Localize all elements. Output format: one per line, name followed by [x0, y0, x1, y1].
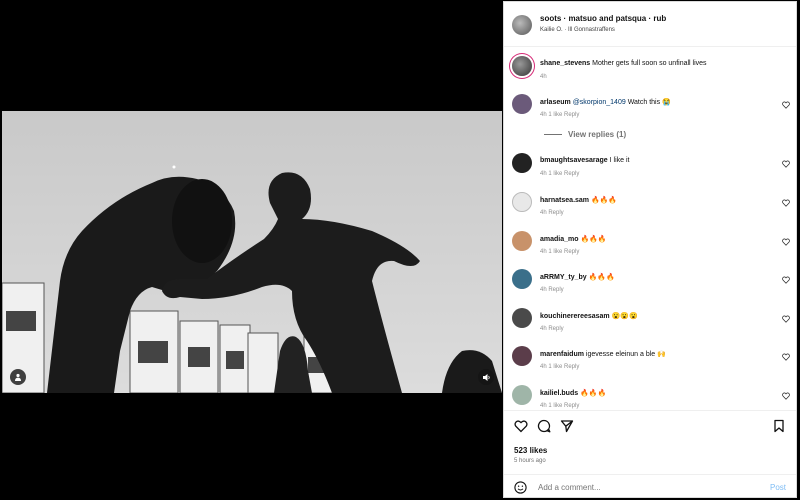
- comment-meta[interactable]: 4h Reply: [540, 287, 564, 293]
- comment-avatar[interactable]: [512, 346, 532, 366]
- list-item: harnatsea.sam 🔥🔥🔥 4h Reply: [504, 192, 796, 226]
- caption-avatar[interactable]: [512, 56, 532, 76]
- speaker-icon[interactable]: [478, 369, 494, 385]
- list-item: bmaughtsavesarage I like it 4h 1 like Re…: [504, 153, 796, 187]
- add-comment-input[interactable]: [538, 479, 738, 495]
- list-item: kouchinerereesasam 😮😮😮 4h Reply: [504, 308, 796, 342]
- heart-icon[interactable]: [514, 419, 528, 433]
- comment-meta[interactable]: 4h Reply: [540, 326, 564, 332]
- comment-text: 😮😮😮: [611, 313, 638, 320]
- heart-icon[interactable]: [782, 199, 790, 207]
- list-item: marenfaidum igevesse eleinun a ble 🙌 4h …: [504, 346, 796, 380]
- comment-mention[interactable]: @skorpion_1409: [573, 99, 626, 106]
- heart-icon[interactable]: [782, 160, 790, 168]
- boxing-silhouette-image: [2, 111, 502, 393]
- comment-text: 🔥🔥🔥: [580, 390, 607, 397]
- heart-icon[interactable]: [782, 101, 790, 109]
- comment-avatar[interactable]: [512, 153, 532, 173]
- view-replies-label: View replies (1): [568, 130, 627, 139]
- comment-avatar[interactable]: [512, 231, 532, 251]
- emoji-icon[interactable]: [514, 481, 527, 494]
- comment-username[interactable]: harnatsea.sam: [540, 197, 589, 204]
- list-item: arlaseum @skorpion_1409 Watch this 😭 4h …: [504, 94, 796, 128]
- heart-icon[interactable]: [782, 315, 790, 323]
- comment-avatar[interactable]: [512, 94, 532, 114]
- post-comment-button[interactable]: Post: [770, 483, 786, 492]
- comment-text: 🔥🔥🔥: [580, 236, 607, 243]
- comment-meta[interactable]: 4h 1 like Reply: [540, 112, 579, 118]
- comment-username[interactable]: bmaughtsavesarage: [540, 157, 608, 164]
- comment-username[interactable]: marenfaidum: [540, 351, 584, 358]
- instagram-post-viewer: soots · matsuo and patsqua · rub Kailie …: [0, 0, 800, 500]
- comment-username[interactable]: kouchinerereesasam: [540, 313, 610, 320]
- comment-text: 🔥🔥🔥: [590, 197, 618, 204]
- heart-icon[interactable]: [782, 353, 790, 361]
- likes-count[interactable]: 523 likes: [514, 446, 547, 455]
- heart-icon[interactable]: [782, 276, 790, 284]
- comment-username[interactable]: kailiel.buds: [540, 390, 578, 397]
- comment-username[interactable]: aRRMY_ty_by: [540, 274, 587, 281]
- heart-icon[interactable]: [782, 392, 790, 400]
- post-header: soots · matsuo and patsqua · rub Kailie …: [504, 2, 796, 47]
- comment-text: igevesse eleinun a ble 🙌: [585, 351, 666, 358]
- post-timestamp: 5 hours ago: [514, 458, 546, 464]
- comment-text: I like it: [609, 157, 630, 164]
- comment-username[interactable]: arlaseum: [540, 99, 571, 106]
- comment-meta[interactable]: 4h 1 like Reply: [540, 249, 579, 255]
- location-label[interactable]: Kailie O. · Ill Gonnastraffens: [540, 27, 615, 33]
- person-tag-icon[interactable]: [10, 369, 26, 385]
- comment-icon[interactable]: [537, 419, 551, 433]
- caption-username[interactable]: shane_stevens: [540, 60, 590, 67]
- comment-username[interactable]: amadia_mo: [540, 236, 579, 243]
- list-item: amadia_mo 🔥🔥🔥 4h 1 like Reply: [504, 231, 796, 265]
- caption-meta: 4h: [540, 74, 547, 80]
- list-item: aRRMY_ty_by 🔥🔥🔥 4h Reply: [504, 269, 796, 303]
- comment-avatar[interactable]: [512, 385, 532, 405]
- comment-avatar[interactable]: [512, 269, 532, 289]
- action-bar: [504, 410, 796, 441]
- caption-text: Mother gets full soon so unfinall lives: [592, 60, 707, 67]
- comment-meta[interactable]: 4h Reply: [540, 210, 564, 216]
- post-photo[interactable]: [2, 111, 502, 393]
- view-replies-button[interactable]: View replies (1): [544, 130, 626, 139]
- comment-meta[interactable]: 4h 1 like Reply: [540, 364, 579, 370]
- comment-avatar[interactable]: [512, 308, 532, 328]
- comment-meta[interactable]: 4h 1 like Reply: [540, 403, 579, 409]
- comment-meta[interactable]: 4h 1 like Reply: [540, 171, 579, 177]
- add-comment-bar: Post: [504, 474, 796, 499]
- comment-text: 🔥🔥🔥: [588, 274, 615, 281]
- author-name[interactable]: soots · matsuo and patsqua · rub: [540, 14, 666, 23]
- replies-divider: [544, 134, 562, 135]
- share-icon[interactable]: [560, 419, 574, 433]
- comment-avatar[interactable]: [512, 192, 532, 212]
- comment-text: Watch this 😭: [627, 99, 671, 106]
- caption: shane_stevens Mother gets full soon so u…: [504, 56, 796, 90]
- post-side-panel: soots · matsuo and patsqua · rub Kailie …: [503, 1, 797, 498]
- author-avatar[interactable]: [512, 15, 532, 35]
- media-pane: [0, 0, 503, 500]
- bookmark-icon[interactable]: [772, 419, 786, 433]
- heart-icon[interactable]: [782, 238, 790, 246]
